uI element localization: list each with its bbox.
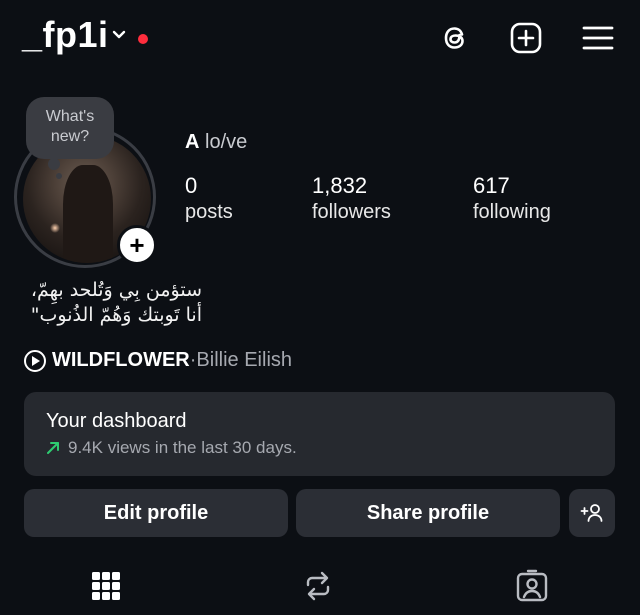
- note-bubble[interactable]: What's new?: [26, 97, 114, 159]
- note-bubble-line1: What's: [45, 108, 95, 125]
- followers-count: 1,832: [312, 173, 368, 198]
- dashboard-subtitle: 9.4K views in the last 30 days.: [68, 438, 297, 457]
- dashboard-title: Your dashboard: [46, 410, 187, 432]
- following-stat[interactable]: 617 following: [473, 172, 551, 226]
- reels-repost-icon: [306, 571, 330, 601]
- posts-count: 0: [185, 173, 198, 198]
- chevron-down-icon[interactable]: [112, 28, 126, 42]
- tagged-icon: [516, 569, 548, 602]
- followers-label: followers: [312, 201, 391, 223]
- full-name-rest: lo/ve: [199, 131, 248, 153]
- tab-reposts[interactable]: [300, 568, 336, 604]
- username[interactable]: _fp1i: [22, 14, 109, 56]
- tab-grid[interactable]: [88, 568, 124, 604]
- profile-music[interactable]: WILDFLOWER · Billie Eilish: [24, 349, 292, 372]
- bio: ستؤمن بِي وَتُلحد بهِمّ، أنا تَوبتك وَهُ…: [20, 278, 202, 328]
- posts-stat[interactable]: 0 posts: [185, 172, 233, 226]
- posts-label: posts: [185, 201, 233, 223]
- menu-icon[interactable]: [581, 21, 615, 55]
- following-count: 617: [473, 173, 510, 198]
- grid-icon: [92, 572, 120, 600]
- add-person-icon: [580, 504, 603, 522]
- arrow-up-right-icon: [47, 442, 59, 454]
- song-title: WILDFLOWER: [52, 349, 190, 371]
- add-story-button[interactable]: +: [117, 225, 157, 265]
- discover-people-button[interactable]: [569, 489, 615, 537]
- edit-profile-button[interactable]: Edit profile: [24, 489, 288, 537]
- bio-line: ستؤمن بِي وَتُلحد بهِمّ،: [30, 279, 202, 301]
- full-name: A lo/ve: [185, 131, 247, 154]
- notification-dot: [138, 34, 148, 44]
- song-separator: ·: [189, 349, 197, 371]
- play-icon[interactable]: [24, 349, 46, 372]
- share-profile-button[interactable]: Share profile: [296, 489, 560, 537]
- note-bubble-line2: new?: [50, 128, 90, 145]
- bio-line: أنا تَوبتك وَهُمّ الذُنوب": [30, 304, 202, 326]
- followers-stat[interactable]: 1,832 followers: [312, 172, 391, 226]
- threads-icon[interactable]: [438, 21, 472, 55]
- tab-tagged[interactable]: [514, 568, 550, 604]
- dashboard-card[interactable]: Your dashboard 9.4K views in the last 30…: [24, 392, 615, 476]
- note-bubble-tail: [48, 158, 60, 170]
- following-label: following: [473, 201, 551, 223]
- song-artist: Billie Eilish: [196, 349, 293, 371]
- full-name-initial: A: [185, 131, 200, 153]
- note-bubble-tail-small: [56, 173, 62, 179]
- new-post-icon[interactable]: [509, 21, 543, 55]
